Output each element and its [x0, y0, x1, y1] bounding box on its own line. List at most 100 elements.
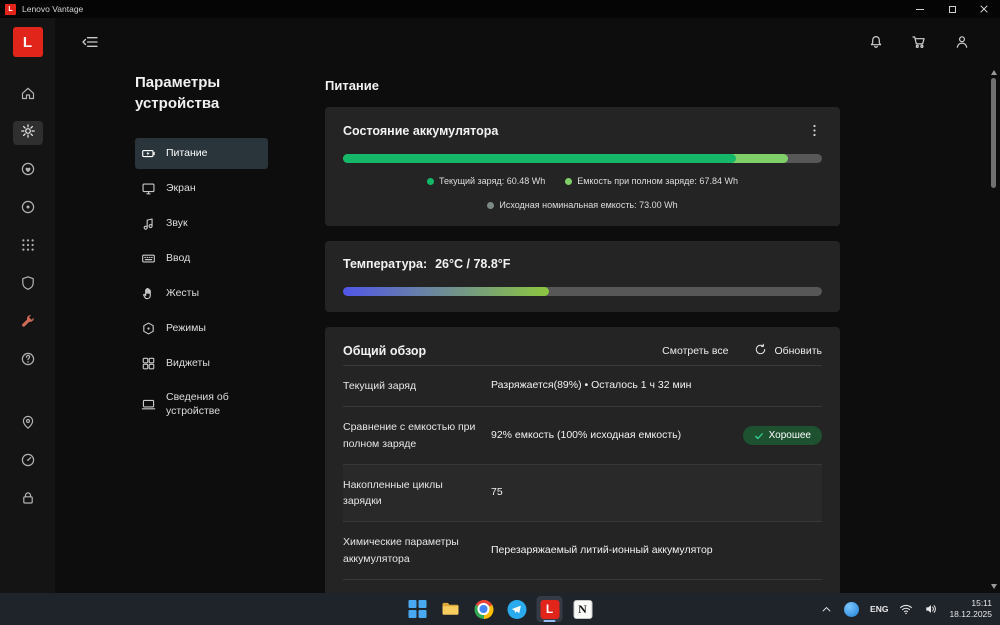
nav-item-label: Звук: [166, 216, 188, 229]
taskbar-windows-icon[interactable]: [405, 596, 431, 622]
temperature-card: Температура: 26°C / 78.8°F: [325, 241, 840, 312]
nav-item-label: Виджеты: [166, 356, 210, 369]
nav-item-label: Жесты: [166, 286, 200, 299]
card-menu-kebab-icon[interactable]: [807, 123, 822, 138]
nav-item-display[interactable]: Экран: [135, 173, 268, 204]
overview-card-title: Общий обзор: [343, 344, 427, 358]
temperature-label: Температура:: [343, 257, 428, 271]
sidebar-toggle-icon[interactable]: [81, 33, 99, 51]
legend-item: Текущий заряд: 60.48 Wh: [427, 176, 545, 186]
nav-items: Питание Экран Звук Ввод Жесты Режимы Виджеты Св…: [135, 138, 325, 426]
refresh-button[interactable]: Обновить: [754, 343, 822, 359]
question-icon: [20, 351, 36, 372]
rail-item-privacy[interactable]: [13, 412, 43, 436]
row-value: Перезаряжаемый литий-ионный аккумулятор: [491, 543, 713, 556]
overview-row-current-charge: Текущий заряд Разряжается(89%) • Осталось…: [343, 366, 822, 408]
row-value: Разряжается(89%) • Осталось 1 ч 32 мин: [491, 379, 692, 392]
main-content: Питание Состояние аккумулятора Текущий з…: [325, 66, 1000, 593]
rail-item-password[interactable]: [13, 488, 43, 512]
maximize-button[interactable]: [936, 0, 968, 18]
close-button[interactable]: [968, 0, 1000, 18]
rail-item-battery-health[interactable]: [13, 159, 43, 183]
scrollbar-down-arrow[interactable]: [990, 584, 997, 589]
scrollbar-up-arrow[interactable]: [990, 70, 997, 75]
rail-item-device-settings[interactable]: [12, 121, 43, 145]
rail-item-apps[interactable]: [13, 235, 43, 259]
taskbar-telegram-icon[interactable]: [504, 596, 530, 622]
keyboard-icon: [141, 251, 156, 266]
overview-row-charge-cycles: Накопленные циклы зарядки 75: [343, 464, 822, 523]
legend-text: Текущий заряд: 60.48 Wh: [439, 176, 546, 186]
rail-item-performance[interactable]: [13, 450, 43, 474]
rail-item-smart-settings[interactable]: [13, 197, 43, 221]
lenovo-logo: L: [12, 27, 43, 57]
rail-items: [12, 83, 43, 526]
battery-capacity-bar: [343, 154, 822, 163]
scrollbar-thumb[interactable]: [991, 78, 996, 188]
row-value: 92% емкость (100% исходная емкость): [491, 428, 682, 441]
overview-row-full-capacity-compare: Сравнение с емкостью при полном заряде 92…: [343, 407, 822, 465]
minimize-button[interactable]: [904, 0, 936, 18]
legend-dot: [487, 201, 495, 209]
folder-glyph: [442, 602, 459, 615]
notifications-bell-icon[interactable]: [868, 34, 884, 50]
nav-item-label: Экран: [166, 181, 196, 194]
tray-clock[interactable]: 15:11 18.12.2025: [949, 598, 992, 620]
nav-item-sound[interactable]: Звук: [135, 208, 268, 239]
nav-item-modes[interactable]: Режимы: [135, 313, 268, 344]
gauge-icon: [20, 452, 36, 473]
nav-item-gestures[interactable]: Жесты: [135, 278, 268, 309]
device-settings-nav: Параметры устройства Питание Экран Звук Вво…: [55, 66, 325, 593]
legend-text: Исходная номинальная емкость: 73.00 Wh: [499, 200, 678, 210]
windows-logo: [408, 600, 427, 618]
tray-wifi-icon[interactable]: [899, 602, 913, 616]
lock-icon: [20, 490, 36, 511]
rail-item-hardware-scan[interactable]: [13, 311, 43, 335]
nav-item-power[interactable]: Питание: [135, 138, 268, 169]
rail-item-home[interactable]: [13, 83, 43, 107]
page-title: Питание: [325, 78, 380, 93]
tray-time: 15:11: [971, 597, 992, 608]
widgets-icon: [141, 356, 156, 371]
scrollbar[interactable]: [989, 70, 998, 589]
grid-icon: [20, 237, 36, 258]
pin-icon: [20, 414, 36, 435]
tray-chevron-up-icon[interactable]: [820, 603, 833, 616]
taskbar-apps: LN: [405, 593, 596, 625]
temperature-value: 26°C / 78.8°F: [435, 257, 511, 271]
nav-item-widgets[interactable]: Виджеты: [135, 348, 268, 379]
rail-item-security[interactable]: [13, 273, 43, 297]
hexagon-icon: [141, 321, 156, 336]
battery-card-title: Состояние аккумулятора: [343, 123, 499, 138]
row-label: Накопленные циклы зарядки: [343, 478, 443, 508]
taskbar-folder-icon[interactable]: [438, 596, 464, 622]
nav-item-device-info[interactable]: Сведения об устройстве: [135, 383, 268, 426]
tray-date: 18.12.2025: [949, 609, 992, 619]
taskbar-notion-icon[interactable]: N: [570, 596, 596, 622]
see-all-button[interactable]: Смотреть все: [662, 345, 728, 357]
rail-item-support[interactable]: [13, 349, 43, 373]
nav-item-label: Режимы: [166, 321, 206, 334]
window-controls: [904, 0, 1000, 18]
status-badge: Хорошее: [742, 426, 822, 446]
taskbar-vantage-icon[interactable]: L: [536, 596, 563, 622]
legend-dot: [565, 177, 573, 185]
row-value: 75: [491, 486, 503, 499]
telegram-logo: [507, 599, 526, 619]
hand-icon: [141, 286, 156, 301]
tray-volume-icon[interactable]: [924, 602, 938, 616]
lenovo-logo-small: L: [5, 3, 16, 15]
tray-app-icon[interactable]: [844, 601, 860, 617]
cart-icon[interactable]: [911, 34, 927, 50]
app-area: L Параметры устройства Питание Экран Звук В…: [0, 18, 1000, 593]
battery-legend: Текущий заряд: 60.48 Wh Емкость при полно…: [343, 176, 822, 210]
overview-row-battery-chemistry: Химические параметры аккумулятора Перезар…: [343, 522, 822, 580]
nav-item-label: Ввод: [166, 251, 191, 264]
nav-item-input[interactable]: Ввод: [135, 243, 268, 274]
heart-icon: [20, 161, 36, 182]
legend-item: Емкость при полном заряде: 67.84 Wh: [565, 176, 738, 186]
tray-language[interactable]: ENG: [870, 604, 888, 614]
account-person-icon[interactable]: [954, 34, 970, 50]
nav-title: Параметры устройства: [135, 74, 221, 112]
taskbar-chrome-icon[interactable]: [471, 596, 497, 622]
